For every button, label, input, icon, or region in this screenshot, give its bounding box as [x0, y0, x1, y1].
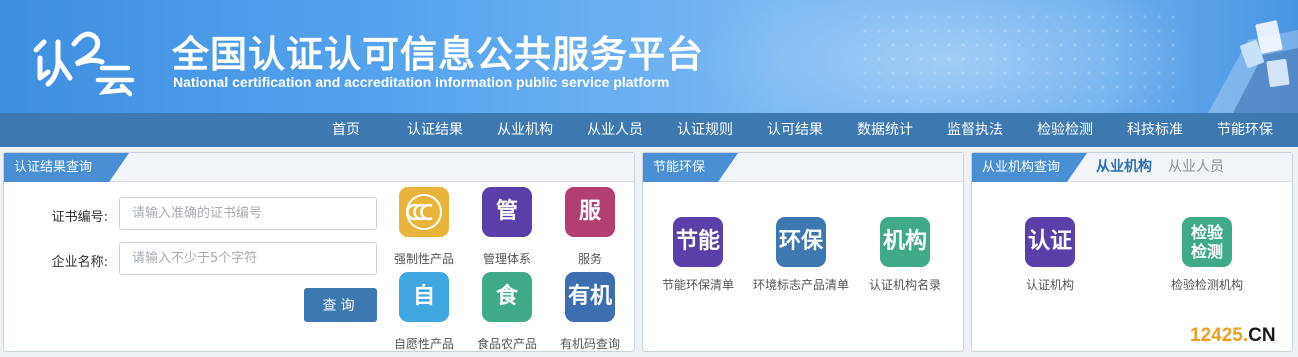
voluntary-icon[interactable]: 自: [399, 272, 449, 322]
site-title: 全国认证认可信息公共服务平台: [172, 33, 704, 76]
management-icon[interactable]: 管: [482, 187, 532, 237]
nav-item-supervision[interactable]: 监督执法: [947, 113, 1003, 147]
nav-item-institutions[interactable]: 从业机构: [497, 113, 553, 147]
institution-icon[interactable]: 机构: [880, 217, 930, 267]
site-logo-icon[interactable]: [30, 22, 140, 97]
cert-no-input[interactable]: [119, 197, 377, 230]
organic-icon[interactable]: 有机: [565, 272, 615, 322]
tile-label-voluntary: 自愿性产品: [393, 337, 454, 351]
watermark-cn: CN: [1248, 325, 1276, 346]
food-icon[interactable]: 食: [482, 272, 532, 322]
tile-label-management: 管理体系: [482, 252, 531, 266]
header-decoration-graphic: [1208, 20, 1298, 113]
tile-label-env-products: 环境标志产品清单: [752, 278, 849, 292]
company-name-label: 企业名称:: [51, 255, 108, 270]
tile-label-ccc: 强制性产品: [393, 252, 454, 266]
nav-item-cert-results[interactable]: 认证结果: [407, 113, 463, 147]
tile-label-cert-directory: 认证机构名录: [868, 278, 941, 292]
nav-item-energy[interactable]: 节能环保: [1217, 113, 1273, 147]
main-nav: 首页 认证结果 从业机构 从业人员 认证规则 认可结果 数据统计 监督执法 检验…: [0, 113, 1298, 147]
cert-no-label: 证书编号:: [51, 210, 108, 225]
query-button[interactable]: 查询: [304, 288, 377, 322]
tile-label-inspection-institutions: 检验检测机构: [1170, 278, 1243, 292]
sub-tab-personnel[interactable]: 从业人员: [1168, 153, 1224, 182]
company-name-input[interactable]: [119, 242, 377, 275]
site-subtitle: National certification and accreditation…: [173, 74, 670, 90]
site-watermark: 12425.CN: [1190, 325, 1276, 347]
service-icon[interactable]: 服: [565, 187, 615, 237]
ccc-mark-icon[interactable]: [399, 187, 449, 237]
certification-icon[interactable]: 认证: [1025, 217, 1075, 267]
energy-tab[interactable]: 节能环保: [643, 153, 738, 182]
nav-item-inspection[interactable]: 检验检测: [1037, 113, 1093, 147]
site-header: 全国认证认可信息公共服务平台 National certification an…: [0, 0, 1298, 113]
nav-item-home[interactable]: 首页: [332, 113, 360, 147]
cert-query-tab[interactable]: 认证结果查询: [4, 153, 129, 182]
nav-item-standards[interactable]: 科技标准: [1127, 113, 1183, 147]
watermark-number: 12425: [1190, 325, 1243, 346]
nav-item-statistics[interactable]: 数据统计: [857, 113, 913, 147]
org-query-panel: 从业机构查询 从业机构 从业人员: [971, 152, 1293, 352]
tile-label-food: 食品农产品: [476, 337, 537, 351]
inspection-icon[interactable]: 检验 检测: [1182, 217, 1232, 267]
sub-tab-institutions[interactable]: 从业机构: [1096, 153, 1152, 182]
nav-item-accreditation[interactable]: 认可结果: [767, 113, 823, 147]
energy-saving-icon[interactable]: 节能: [673, 217, 723, 267]
nav-item-cert-rules[interactable]: 认证规则: [677, 113, 733, 147]
environment-icon[interactable]: 环保: [776, 217, 826, 267]
tile-label-organic: 有机码查询: [559, 337, 620, 351]
tile-label-energy-list: 节能环保清单: [661, 278, 734, 292]
nav-item-personnel[interactable]: 从业人员: [587, 113, 643, 147]
tile-label-cert-institutions: 认证机构: [1025, 278, 1074, 292]
org-query-tab[interactable]: 从业机构查询: [972, 153, 1087, 182]
tile-label-service: 服务: [577, 252, 602, 266]
